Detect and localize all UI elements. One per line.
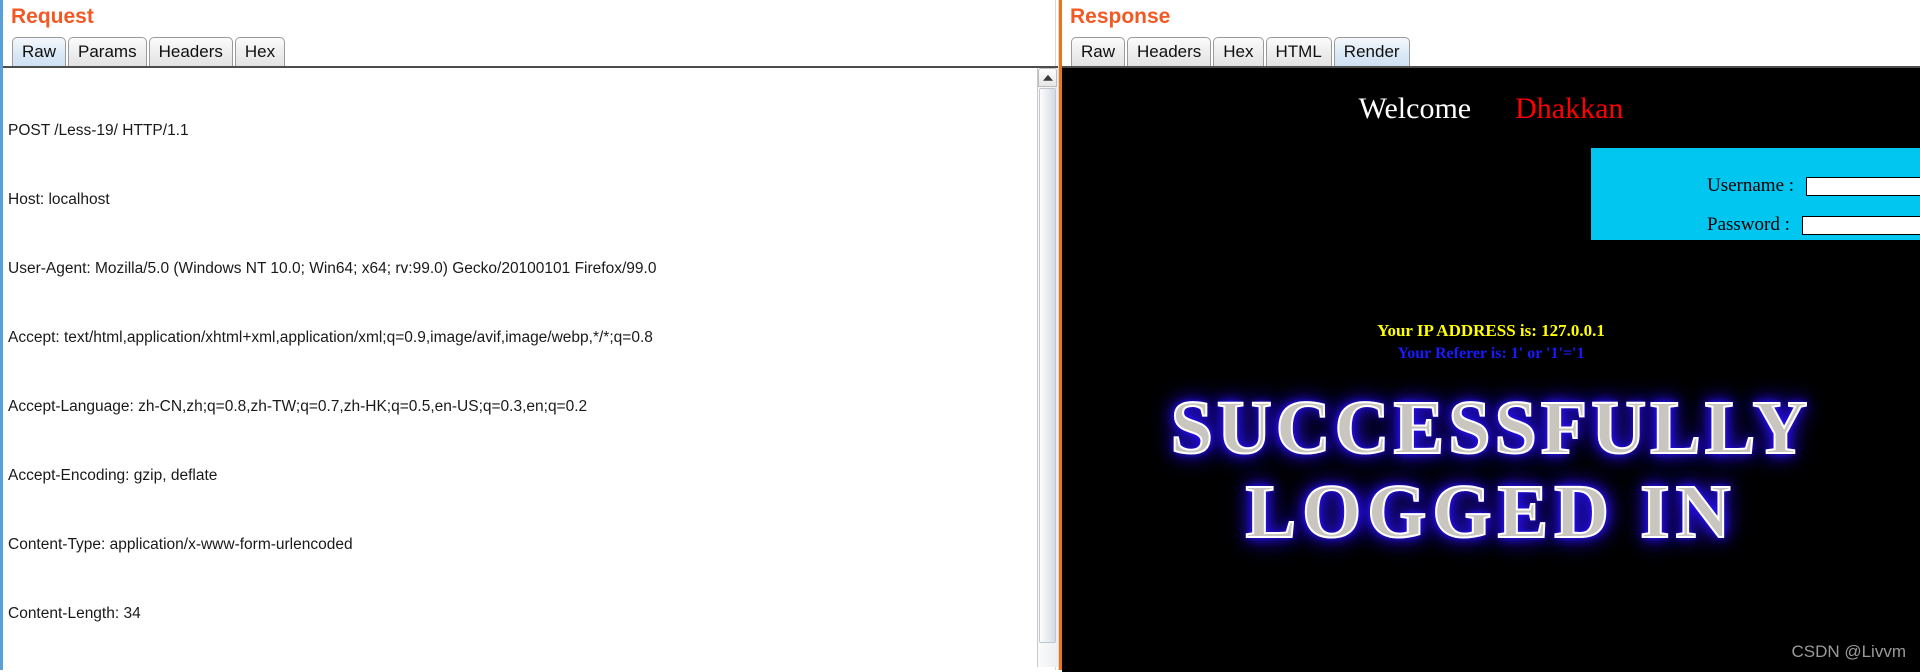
request-panel-title: Request <box>11 5 94 28</box>
tab-request-headers[interactable]: Headers <box>148 37 233 66</box>
tab-request-raw[interactable]: Raw <box>12 37 67 66</box>
tab-request-params[interactable]: Params <box>68 37 147 66</box>
request-line: Host: localhost <box>8 191 110 208</box>
request-line: POST /Less-19/ HTTP/1.1 <box>8 122 189 139</box>
request-line: Accept-Encoding: gzip, deflate <box>8 467 218 484</box>
request-raw-text[interactable]: POST /Less-19/ HTTP/1.1 Host: localhost … <box>3 68 1037 667</box>
request-vertical-scrollbar[interactable] <box>1037 68 1058 667</box>
tab-response-raw[interactable]: Raw <box>1071 37 1126 66</box>
username-row: Username : <box>1591 148 1920 206</box>
success-banner-line-2: LOGGED IN <box>1244 469 1737 555</box>
password-input[interactable] <box>1801 215 1920 235</box>
request-line: User-Agent: Mozilla/5.0 (Windows NT 10.0… <box>8 260 657 277</box>
request-line: Accept-Language: zh-CN,zh;q=0.8,zh-TW;q=… <box>8 398 588 415</box>
scroll-up-arrow-icon[interactable] <box>1038 68 1057 87</box>
success-banner-line-1: SUCCESSFULLY <box>1170 385 1812 471</box>
response-panel: Response Raw Headers Hex HTML Render Wel… <box>1059 0 1920 672</box>
response-tabstrip: Raw Headers Hex HTML Render <box>1062 34 1920 66</box>
burp-repeater-window: Request Raw Params Headers Hex POST /Les… <box>0 0 1920 672</box>
response-render-view: Welcome Dhakkan Username : Password : You… <box>1062 66 1920 672</box>
tab-request-hex[interactable]: Hex <box>234 37 286 66</box>
ip-address-text: Your IP ADDRESS is: 127.0.0.1 <box>1377 321 1605 340</box>
response-panel-title: Response <box>1070 5 1171 28</box>
username-label: Username : <box>1707 175 1795 196</box>
username-input[interactable] <box>1806 176 1920 196</box>
request-tabstrip: Raw Params Headers Hex <box>3 34 1055 66</box>
login-form-box: Username : Password : <box>1591 148 1920 240</box>
request-line: Content-Length: 34 <box>8 605 141 622</box>
welcome-text: Welcome <box>1358 92 1472 125</box>
tab-response-html[interactable]: HTML <box>1265 37 1332 66</box>
referer-text: Your Referer is: 1' or '1'='1 <box>1397 345 1585 362</box>
scrollbar-thumb[interactable] <box>1039 88 1056 643</box>
tab-response-hex[interactable]: Hex <box>1213 37 1264 66</box>
request-line: Content-Type: application/x-www-form-url… <box>8 536 353 553</box>
welcome-heading: Welcome Dhakkan <box>1062 92 1920 126</box>
watermark-text: CSDN @Livvm <box>1791 642 1906 661</box>
request-panel: Request Raw Params Headers Hex POST /Les… <box>0 0 1058 670</box>
request-line: Accept: text/html,application/xhtml+xml,… <box>8 329 653 346</box>
password-row: Password : <box>1591 206 1920 244</box>
tab-response-render[interactable]: Render <box>1333 37 1410 66</box>
successfully-logged-in-banner: SUCCESSFULLY LOGGED IN <box>1076 385 1906 601</box>
request-raw-editor[interactable]: POST /Less-19/ HTTP/1.1 Host: localhost … <box>3 66 1058 667</box>
tab-response-headers[interactable]: Headers <box>1127 37 1212 66</box>
password-label: Password : <box>1707 214 1790 235</box>
welcome-username: Dhakkan <box>1515 92 1624 125</box>
